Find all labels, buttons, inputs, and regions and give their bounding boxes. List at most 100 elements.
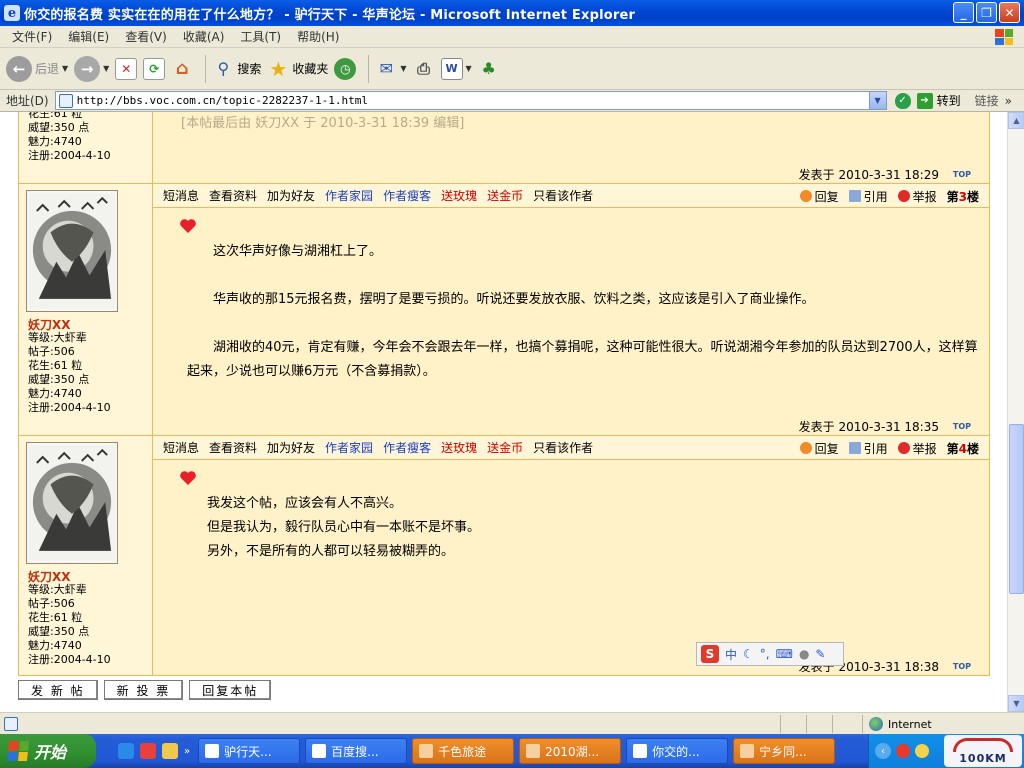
edit-dropdown-icon[interactable]: ▼ xyxy=(466,64,472,73)
taskbar-task[interactable]: 百度搜... xyxy=(305,738,408,764)
history-button[interactable]: ◷ xyxy=(334,57,357,80)
favorites-button[interactable]: ★ 收藏夹 xyxy=(267,57,328,81)
scroll-thumb[interactable] xyxy=(1009,424,1024,594)
new-thread-button[interactable]: 发 新 帖 xyxy=(18,680,98,700)
avatar[interactable] xyxy=(26,190,118,312)
punctuation-icon[interactable]: °, xyxy=(760,647,770,661)
reply-thread-button[interactable]: 回复本帖 xyxy=(189,680,272,700)
send-rose-link[interactable]: 送玫瑰 xyxy=(441,439,477,456)
moon-icon[interactable]: ☾ xyxy=(743,647,754,661)
folder-quicklaunch-icon[interactable] xyxy=(162,743,178,759)
menu-tools[interactable]: 工具(T) xyxy=(232,28,289,45)
taskbar-task[interactable]: 驴行天... xyxy=(198,738,301,764)
go-arrow-icon: ➔ xyxy=(916,92,933,109)
address-dropdown-icon[interactable]: ▼ xyxy=(868,92,886,109)
report-button[interactable]: 举报 xyxy=(897,440,937,457)
media-quicklaunch-icon[interactable] xyxy=(140,743,156,759)
home-button[interactable]: ⌂ xyxy=(171,58,193,80)
messenger-button[interactable]: ♣ xyxy=(478,58,500,80)
menu-edit[interactable]: 编辑(E) xyxy=(60,28,117,45)
menu-view[interactable]: 查看(V) xyxy=(117,28,175,45)
keyboard-icon[interactable]: ⌨ xyxy=(776,647,793,661)
shield-icon[interactable]: ✓ xyxy=(894,92,911,109)
forward-button[interactable]: → ▼ xyxy=(74,55,109,82)
profile-link[interactable]: 查看资料 xyxy=(209,187,257,204)
forward-dropdown-icon[interactable]: ▼ xyxy=(103,64,109,73)
menu-favorites[interactable]: 收藏(A) xyxy=(175,28,233,45)
wrench-icon[interactable]: ✎ xyxy=(815,647,825,661)
minimize-button[interactable]: _ xyxy=(953,2,974,23)
stop-icon: ✕ xyxy=(115,57,138,80)
print-button[interactable]: ⎙ xyxy=(413,58,435,80)
start-button[interactable]: 开始 xyxy=(0,734,96,768)
report-button[interactable]: 举报 xyxy=(897,188,937,205)
post-floor-3: 妖刀XX 等级:大虾辈 帖子:506 花生:61 粒 威望:350 点 魅力:4… xyxy=(18,184,990,436)
author-home-link[interactable]: 作者家园 xyxy=(325,439,373,456)
only-author-link[interactable]: 只看该作者 xyxy=(533,187,593,204)
add-friend-link[interactable]: 加为好友 xyxy=(267,187,315,204)
quote-icon xyxy=(848,442,861,454)
stop-button[interactable]: ✕ xyxy=(115,57,138,80)
mail-button[interactable]: ✉ ▼ xyxy=(375,58,407,80)
only-author-link[interactable]: 只看该作者 xyxy=(533,439,593,456)
address-input[interactable]: http://bbs.voc.com.cn/topic-2282237-1-1.… xyxy=(54,91,887,110)
search-button[interactable]: ⚲ 搜索 xyxy=(212,58,261,80)
mail-dropdown-icon[interactable]: ▼ xyxy=(400,64,406,73)
send-coin-link[interactable]: 送金币 xyxy=(487,439,523,456)
scroll-up-icon[interactable]: ▲ xyxy=(1008,112,1024,129)
quote-button[interactable]: 引用 xyxy=(848,440,888,457)
menu-file[interactable]: 文件(F) xyxy=(4,28,60,45)
vertical-scrollbar[interactable]: ▲ ▼ xyxy=(1007,112,1024,712)
top-link[interactable]: TOP xyxy=(953,662,971,671)
back-button[interactable]: ← 后退 ▼ xyxy=(6,55,68,82)
logo-arc xyxy=(953,737,1013,752)
refresh-button[interactable]: ⟳ xyxy=(143,57,166,80)
address-url[interactable]: http://bbs.voc.com.cn/topic-2282237-1-1.… xyxy=(77,94,368,107)
windows-flag-icon xyxy=(6,741,30,761)
menu-help[interactable]: 帮助(H) xyxy=(289,28,347,45)
quote-button[interactable]: 引用 xyxy=(848,188,888,205)
user-icon[interactable]: ● xyxy=(799,647,809,661)
ie-quicklaunch-icon[interactable] xyxy=(118,743,134,759)
quick-launch-more-icon[interactable]: » xyxy=(184,746,190,757)
taskbar-task[interactable]: 你交的... xyxy=(626,738,729,764)
pm-link[interactable]: 短消息 xyxy=(163,187,199,204)
close-button[interactable]: ✕ xyxy=(999,2,1020,23)
post-main: [本帖最后由 妖刀XX 于 2010-3-31 18:39 编辑] 发表于 20… xyxy=(153,112,989,183)
send-rose-link[interactable]: 送玫瑰 xyxy=(441,187,477,204)
reply-button[interactable]: 回复 xyxy=(799,440,839,457)
ime-toolbar[interactable]: S 中 ☾ °, ⌨ ● ✎ xyxy=(696,642,844,666)
add-friend-link[interactable]: 加为好友 xyxy=(267,439,315,456)
back-dropdown-icon[interactable]: ▼ xyxy=(62,64,68,73)
pm-link[interactable]: 短消息 xyxy=(163,439,199,456)
send-coin-link[interactable]: 送金币 xyxy=(487,187,523,204)
sogou-icon[interactable]: S xyxy=(701,645,719,663)
scroll-down-icon[interactable]: ▼ xyxy=(1008,695,1024,712)
author-blog-link[interactable]: 作者瘦客 xyxy=(383,187,431,204)
tray-expand-icon[interactable]: ‹ xyxy=(875,743,891,759)
taskbar-task[interactable]: 千色旅途 xyxy=(412,738,515,764)
printer-icon: ⎙ xyxy=(417,58,430,78)
taskbar-task[interactable]: 宁乡同... xyxy=(733,738,836,764)
penguin-tray-icon[interactable] xyxy=(915,744,929,758)
links-chevron-icon[interactable]: » xyxy=(1005,94,1012,108)
address-label: 地址(D) xyxy=(6,94,49,108)
links-label[interactable]: 链接 xyxy=(975,92,999,109)
post-sidebar: 花生:61 粒 威望:350 点 魅力:4740 注册:2004-4-10 xyxy=(19,112,153,183)
home-icon: ⌂ xyxy=(175,58,189,79)
maximize-button[interactable]: ❐ xyxy=(976,2,997,23)
task-icon xyxy=(740,744,755,758)
top-link[interactable]: TOP xyxy=(953,422,971,431)
new-poll-button[interactable]: 新 投 票 xyxy=(103,680,184,700)
reply-button[interactable]: 回复 xyxy=(799,188,839,205)
edit-button[interactable]: W ▼ xyxy=(440,57,472,80)
author-home-link[interactable]: 作者家园 xyxy=(325,187,373,204)
qq-tray-icon[interactable] xyxy=(896,744,910,758)
go-button[interactable]: ➔ 转到 xyxy=(916,92,961,109)
avatar[interactable] xyxy=(26,442,118,564)
top-link[interactable]: TOP xyxy=(953,170,971,179)
taskbar-task[interactable]: 2010湖... xyxy=(519,738,622,764)
ime-mode[interactable]: 中 xyxy=(725,646,737,663)
profile-link[interactable]: 查看资料 xyxy=(209,439,257,456)
author-blog-link[interactable]: 作者瘦客 xyxy=(383,439,431,456)
